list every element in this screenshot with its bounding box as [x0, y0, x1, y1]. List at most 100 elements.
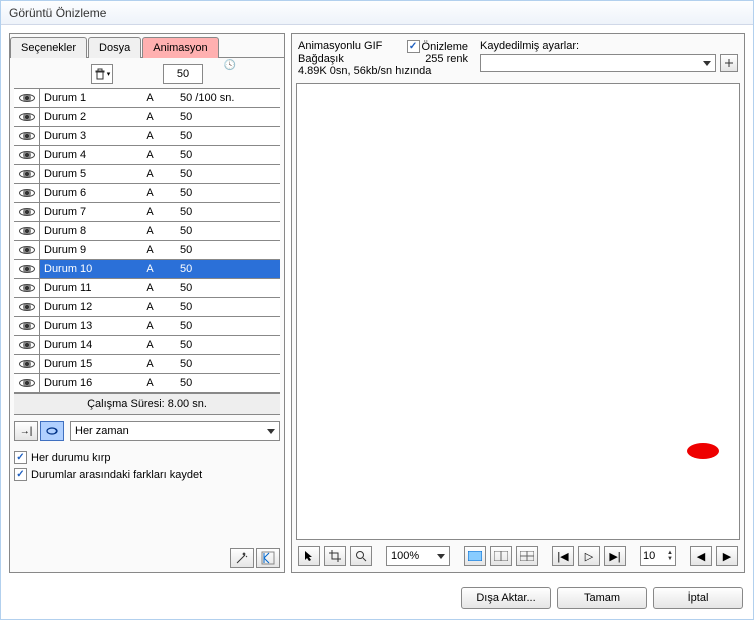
visibility-toggle[interactable]	[14, 108, 40, 126]
grid-view-button[interactable]	[516, 546, 538, 566]
visibility-toggle[interactable]	[14, 374, 40, 392]
frame-value: 50	[170, 282, 280, 294]
left-bottom-buttons	[14, 540, 280, 568]
add-preset-button[interactable]	[720, 54, 738, 72]
frame-type: A	[130, 263, 170, 275]
chevron-down-icon	[437, 554, 445, 559]
frame-row[interactable]: Durum 15A50	[14, 355, 280, 374]
runtime-status: Çalışma Süresi: 8.00 sn.	[14, 394, 280, 415]
export-button[interactable]: Dışa Aktar...	[461, 587, 551, 609]
frame-row[interactable]: Durum 2A50	[14, 108, 280, 127]
wand-button[interactable]	[230, 548, 254, 568]
preview-label: Önizleme	[422, 41, 468, 53]
chevron-down-icon	[703, 61, 711, 66]
titlebar[interactable]: Görüntü Önizleme	[1, 1, 753, 25]
preview-canvas[interactable]	[296, 83, 740, 540]
frames-list: Durum 1A50 /100 sn.Durum 2A50Durum 3A50D…	[14, 88, 280, 394]
frame-row[interactable]: Durum 6A50	[14, 184, 280, 203]
loop-repeat-button[interactable]	[40, 421, 64, 441]
visibility-toggle[interactable]	[14, 222, 40, 240]
frame-value: 50	[170, 339, 280, 351]
play-button[interactable]: ▷	[578, 546, 600, 566]
saved-settings-select[interactable]	[480, 54, 716, 72]
cancel-button[interactable]: İptal	[653, 587, 743, 609]
visibility-toggle[interactable]	[14, 355, 40, 373]
plus-icon	[724, 58, 734, 68]
palette-label: Bağdaşık	[298, 53, 344, 65]
visibility-toggle[interactable]	[14, 127, 40, 145]
frame-type: A	[130, 92, 170, 104]
diff-checkbox-row: ✓ Durumlar arasındaki farkları kaydet	[14, 466, 280, 483]
frame-row[interactable]: Durum 13A50	[14, 317, 280, 336]
preview-checkbox[interactable]: ✓	[407, 40, 420, 53]
eye-icon	[19, 246, 35, 254]
visibility-toggle[interactable]	[14, 184, 40, 202]
info-left: Animasyonlu GIF ✓ Önizleme Bağdaşık 255 …	[298, 40, 468, 77]
colors-label: 255 renk	[425, 53, 468, 65]
tab-animation[interactable]: Animasyon	[142, 37, 218, 58]
magnifier-icon	[355, 550, 367, 562]
size-speed-label: 4.89K 0sn, 56kb/sn hızında	[298, 65, 468, 77]
pointer-tool[interactable]	[298, 546, 320, 566]
frame-name: Durum 3	[40, 130, 130, 142]
frame-type: A	[130, 111, 170, 123]
frame-row[interactable]: Durum 16A50	[14, 374, 280, 393]
trim-checkbox[interactable]: ✓	[14, 451, 27, 464]
frame-name: Durum 7	[40, 206, 130, 218]
crop-tool[interactable]	[324, 546, 346, 566]
visibility-toggle[interactable]	[14, 317, 40, 335]
tab-options[interactable]: Seçenekler	[10, 37, 87, 58]
first-frame-button[interactable]: |◀	[552, 546, 574, 566]
split-view-icon	[494, 551, 508, 561]
eye-icon	[19, 265, 35, 273]
diff-checkbox[interactable]: ✓	[14, 468, 27, 481]
visibility-toggle[interactable]	[14, 203, 40, 221]
spinner-icon[interactable]: ▲▼	[667, 550, 673, 562]
frame-row[interactable]: Durum 7A50	[14, 203, 280, 222]
frame-row[interactable]: Durum 14A50	[14, 336, 280, 355]
eyedrop-button[interactable]	[256, 548, 280, 568]
preview-toggle[interactable]: ✓ Önizleme	[407, 40, 468, 53]
chevron-down-icon	[267, 429, 275, 434]
visibility-toggle[interactable]	[14, 279, 40, 297]
frame-row[interactable]: Durum 8A50	[14, 222, 280, 241]
zoom-tool[interactable]	[350, 546, 372, 566]
visibility-toggle[interactable]	[14, 298, 40, 316]
loop-mode-select[interactable]: Her zaman	[70, 421, 280, 441]
frame-value: 50	[170, 130, 280, 142]
tab-file[interactable]: Dosya	[88, 37, 141, 58]
frame-name: Durum 2	[40, 111, 130, 123]
single-view-button[interactable]	[464, 546, 486, 566]
frame-time-input[interactable]	[163, 64, 203, 84]
delete-frame-button[interactable]: ▾	[91, 64, 113, 84]
frame-row[interactable]: Durum 5A50	[14, 165, 280, 184]
zoom-select[interactable]: 100%	[386, 546, 450, 566]
loop-forward-button[interactable]: →|	[14, 421, 38, 441]
frame-number-input[interactable]: 10 ▲▼	[640, 546, 676, 566]
frame-row[interactable]: Durum 10A50	[14, 260, 280, 279]
visibility-toggle[interactable]	[14, 89, 40, 107]
frame-type: A	[130, 168, 170, 180]
visibility-toggle[interactable]	[14, 146, 40, 164]
frame-row[interactable]: Durum 4A50	[14, 146, 280, 165]
next-frame-button[interactable]: ▶	[716, 546, 738, 566]
visibility-toggle[interactable]	[14, 165, 40, 183]
frame-row[interactable]: Durum 1A50 /100 sn.	[14, 89, 280, 108]
frame-type: A	[130, 301, 170, 313]
frame-row[interactable]: Durum 12A50	[14, 298, 280, 317]
eye-icon	[19, 189, 35, 197]
visibility-toggle[interactable]	[14, 336, 40, 354]
last-frame-button[interactable]: ▶|	[604, 546, 626, 566]
prev-frame-button[interactable]: ◀	[690, 546, 712, 566]
visibility-toggle[interactable]	[14, 260, 40, 278]
frame-name: Durum 9	[40, 244, 130, 256]
frame-row[interactable]: Durum 11A50	[14, 279, 280, 298]
split-view-button[interactable]	[490, 546, 512, 566]
trim-checkbox-row: ✓ Her durumu kırp	[14, 449, 280, 466]
frame-row[interactable]: Durum 3A50	[14, 127, 280, 146]
visibility-toggle[interactable]	[14, 241, 40, 259]
ok-button[interactable]: Tamam	[557, 587, 647, 609]
frame-type: A	[130, 187, 170, 199]
frame-row[interactable]: Durum 9A50	[14, 241, 280, 260]
trash-icon	[94, 68, 106, 80]
